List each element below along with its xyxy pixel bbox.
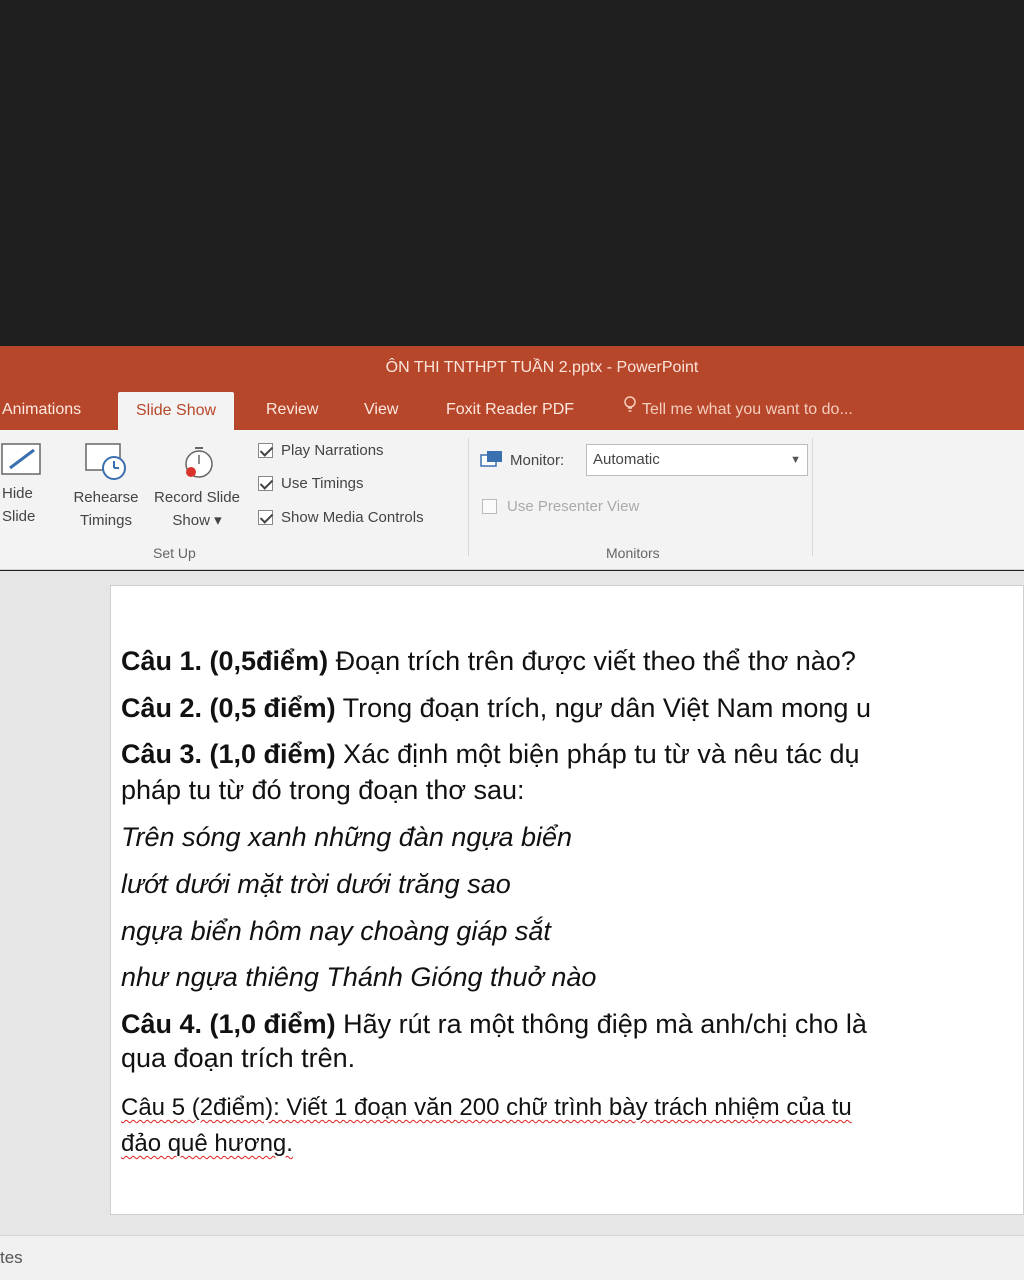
rehearse-label-2: Timings bbox=[80, 512, 132, 529]
poem-line-4[interactable]: như ngựa thiêng Thánh Gióng thuở nào bbox=[121, 962, 596, 993]
monitor-label: Monitor: bbox=[480, 450, 564, 470]
status-bar: tes bbox=[0, 1235, 1024, 1280]
rehearse-timings-button[interactable]: Rehearse Timings bbox=[68, 442, 144, 532]
question-1[interactable]: Câu 1. (0,5điểm) Đoạn trích trên được vi… bbox=[121, 646, 856, 677]
tab-view[interactable]: View bbox=[364, 390, 398, 430]
tab-review[interactable]: Review bbox=[266, 390, 318, 430]
set-up-group-label: Set Up bbox=[153, 545, 196, 561]
checkbox-unchecked-icon bbox=[482, 499, 497, 514]
monitor-icon bbox=[480, 451, 502, 467]
question-2-heading: Câu 2. (0,5 điểm) bbox=[121, 693, 336, 723]
tell-me-text: Tell me what you want to do... bbox=[642, 401, 853, 418]
question-4-continued[interactable]: qua đoạn trích trên. bbox=[121, 1043, 355, 1074]
play-narrations-label: Play Narrations bbox=[281, 442, 384, 459]
question-2-text: Trong đoạn trích, ngư dân Việt Nam mong … bbox=[335, 693, 871, 723]
record-label-2: Show ▾ bbox=[172, 512, 222, 529]
slide-workspace: Câu 1. (0,5điểm) Đoạn trích trên được vi… bbox=[0, 571, 1024, 1235]
title-bar: ÔN THI TNTHPT TUẦN 2.pptx - PowerPoint bbox=[0, 346, 1024, 390]
poem-line-1[interactable]: Trên sóng xanh những đàn ngựa biển bbox=[121, 822, 572, 853]
monitor-select-value: Automatic bbox=[593, 451, 660, 468]
hide-slide-icon bbox=[1, 443, 41, 475]
window-title: ÔN THI TNTHPT TUẦN 2.pptx - PowerPoint bbox=[385, 359, 699, 376]
question-3-text: Xác định một biện pháp tu từ và nêu tác … bbox=[335, 739, 860, 769]
question-4-text: Hãy rút ra một thông điệp mà anh/chị cho… bbox=[335, 1009, 867, 1039]
question-5-continued[interactable]: đảo quê hương. bbox=[121, 1130, 293, 1158]
question-3[interactable]: Câu 3. (1,0 điểm) Xác định một biện pháp… bbox=[121, 739, 860, 770]
group-separator bbox=[812, 438, 813, 556]
monitor-select[interactable]: Automatic ▼ bbox=[586, 444, 808, 476]
monitors-group-label: Monitors bbox=[606, 545, 660, 561]
use-timings-checkbox[interactable]: Use Timings bbox=[258, 475, 364, 492]
group-separator bbox=[468, 438, 469, 556]
record-label-1: Record Slide bbox=[154, 489, 240, 506]
hide-slide-label-1: Hide bbox=[2, 485, 33, 502]
show-media-controls-label: Show Media Controls bbox=[281, 509, 424, 526]
checkbox-checked-icon bbox=[258, 443, 273, 458]
poem-line-3[interactable]: ngựa biển hôm nay choàng giáp sắt bbox=[121, 916, 551, 947]
question-4[interactable]: Câu 4. (1,0 điểm) Hãy rút ra một thông đ… bbox=[121, 1009, 867, 1040]
rehearse-timings-icon bbox=[85, 443, 126, 480]
ribbon-tabs: Animations Slide Show Review View Foxit … bbox=[0, 390, 1024, 432]
use-presenter-view-label: Use Presenter View bbox=[507, 498, 640, 515]
question-3-continued[interactable]: pháp tu từ đó trong đoạn thơ sau: bbox=[121, 775, 525, 806]
question-3-heading: Câu 3. (1,0 điểm) bbox=[121, 739, 336, 769]
chevron-down-icon: ▼ bbox=[790, 454, 801, 466]
question-1-text: Đoạn trích trên được viết theo thể thơ n… bbox=[328, 646, 856, 676]
checkbox-checked-icon bbox=[258, 476, 273, 491]
question-2[interactable]: Câu 2. (0,5 điểm) Trong đoạn trích, ngư … bbox=[121, 693, 871, 724]
slide-canvas[interactable]: Câu 1. (0,5điểm) Đoạn trích trên được vi… bbox=[110, 585, 1024, 1215]
dark-background bbox=[0, 0, 1024, 346]
record-slide-show-button[interactable]: Record Slide Show ▾ bbox=[146, 442, 248, 532]
checkbox-checked-icon bbox=[258, 510, 273, 525]
play-narrations-checkbox[interactable]: Play Narrations bbox=[258, 442, 384, 459]
question-1-heading: Câu 1. (0,5điểm) bbox=[121, 646, 329, 676]
use-timings-label: Use Timings bbox=[281, 475, 364, 492]
notes-button[interactable]: tes bbox=[0, 1248, 23, 1268]
tell-me-search[interactable]: Tell me what you want to do... bbox=[624, 390, 853, 430]
hide-slide-button[interactable]: Hide Slide bbox=[0, 442, 46, 528]
tab-foxit-reader-pdf[interactable]: Foxit Reader PDF bbox=[446, 390, 574, 430]
poem-line-2[interactable]: lướt dưới mặt trời dưới trăng sao bbox=[121, 869, 511, 900]
question-4-heading: Câu 4. (1,0 điểm) bbox=[121, 1009, 336, 1039]
show-media-controls-checkbox[interactable]: Show Media Controls bbox=[258, 509, 424, 526]
monitor-label-text: Monitor: bbox=[510, 451, 565, 469]
lightbulb-icon bbox=[624, 390, 636, 430]
hide-slide-label-2: Slide bbox=[2, 508, 36, 525]
rehearse-label-1: Rehearse bbox=[73, 489, 139, 506]
tab-slide-show[interactable]: Slide Show bbox=[118, 392, 235, 432]
record-icon bbox=[185, 447, 213, 478]
tab-animations[interactable]: Animations bbox=[2, 390, 81, 430]
question-5[interactable]: Câu 5 (2điểm): Viết 1 đoạn văn 200 chữ t… bbox=[121, 1094, 852, 1122]
use-presenter-view-checkbox[interactable]: Use Presenter View bbox=[482, 498, 639, 515]
ribbon: Hide Slide Rehearse Timings Record Slide… bbox=[0, 430, 1024, 570]
